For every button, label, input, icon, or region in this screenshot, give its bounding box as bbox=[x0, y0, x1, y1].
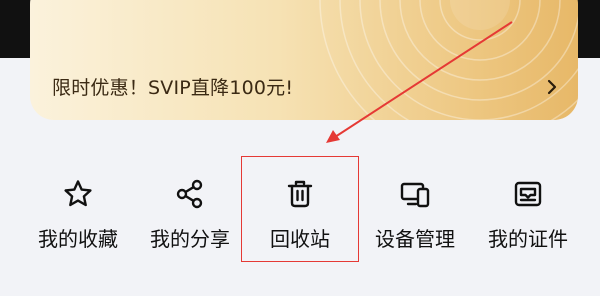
trash-icon bbox=[287, 180, 313, 208]
shortcut-label: 我的证件 bbox=[488, 227, 568, 251]
svip-promo-banner[interactable]: 限时优惠！SVIP直降100元! bbox=[30, 0, 578, 120]
id-card-icon bbox=[514, 181, 542, 207]
shortcut-label: 回收站 bbox=[270, 227, 330, 251]
shortcut-my-documents[interactable]: 我的证件 bbox=[469, 164, 587, 270]
shortcut-label: 我的收藏 bbox=[38, 227, 118, 251]
shortcut-shares[interactable]: 我的分享 bbox=[131, 164, 249, 270]
share-icon bbox=[176, 179, 203, 209]
shortcut-label: 设备管理 bbox=[375, 227, 455, 251]
decorative-rings bbox=[319, 0, 578, 120]
chevron-right-icon bbox=[547, 79, 557, 95]
shortcut-favorites[interactable]: 我的收藏 bbox=[19, 164, 137, 270]
devices-icon bbox=[400, 182, 430, 208]
promo-text: 限时优惠！SVIP直降100元! bbox=[52, 77, 294, 99]
shortcut-recycle-bin[interactable]: 回收站 bbox=[241, 164, 359, 270]
shortcut-label: 我的分享 bbox=[150, 227, 230, 251]
shortcut-device-management[interactable]: 设备管理 bbox=[356, 164, 474, 270]
star-icon bbox=[64, 180, 92, 207]
